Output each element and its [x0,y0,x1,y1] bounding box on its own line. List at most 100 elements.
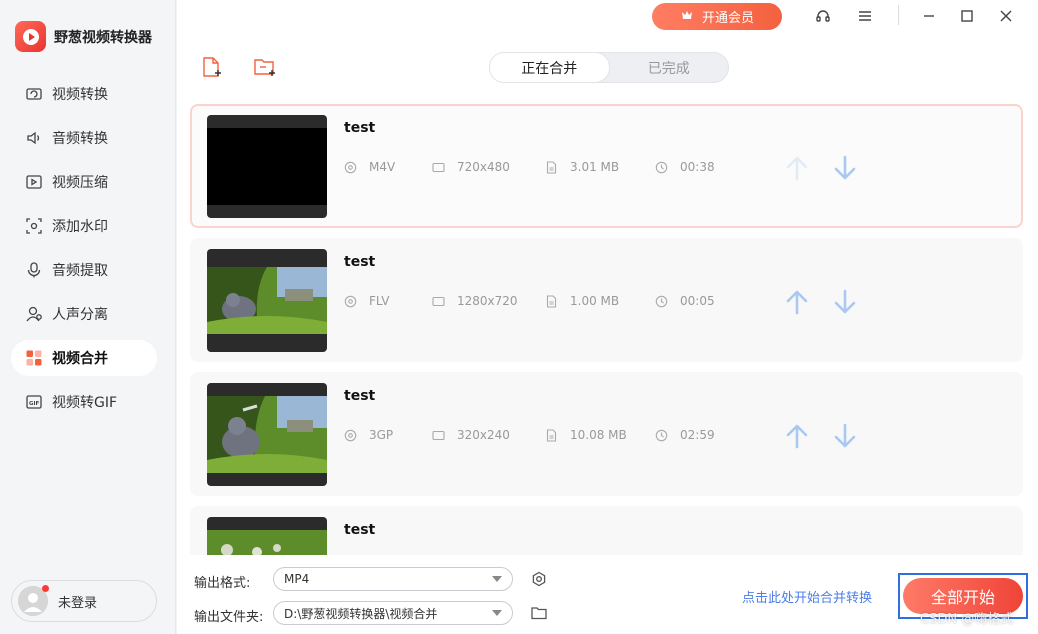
sidebar-item-label: 添加水印 [52,219,108,235]
size-meta: 3.01 MB [545,160,619,174]
format-meta: M4V [344,160,395,174]
file-name: test [344,522,376,538]
gif-icon: GIF [24,392,44,412]
user-login-button[interactable]: 未登录 [11,580,157,622]
watermark-text: CSDN @嗨格式 [920,612,1014,627]
file-size-icon [545,160,558,174]
move-down-icon[interactable] [832,154,858,182]
file-duration: 00:05 [680,294,715,308]
output-settings: 输出格式: MP4 输出文件夹: D:\野葱视频转换器\视频合并 点击此处开始合… [177,556,1038,634]
sidebar-item-video-merge[interactable]: 视频合并 [11,340,157,376]
brand: 野葱视频转换器 [15,21,152,52]
sidebar-nav: 视频转换 音频转换 视频压缩 添加水印 音频提取 人声分离 视频合并 GIF 视 [11,76,157,428]
output-folder-select[interactable]: D:\野葱视频转换器\视频合并 [273,601,513,625]
file-size-icon [545,428,558,442]
move-up-icon[interactable] [784,154,810,182]
file-duration: 00:38 [680,160,715,174]
output-format-value: MP4 [284,572,310,586]
file-name: test [344,254,376,270]
file-resolution: 1280x720 [457,294,518,308]
tab-merging[interactable]: 正在合并 [489,52,610,83]
vip-label: 开通会员 [701,11,754,26]
main-panel: 开通会员 正在合并 已完成 test M4V 720x480 3.01 MB 0… [177,0,1038,634]
file-resolution: 320x240 [457,428,510,442]
file-resolution: 720x480 [457,160,510,174]
sidebar-item-audio-extract[interactable]: 音频提取 [11,252,157,288]
sidebar-item-video-compress[interactable]: 视频压缩 [11,164,157,200]
output-format-select[interactable]: MP4 [273,567,513,591]
svg-text:GIF: GIF [29,401,40,407]
headset-icon[interactable] [813,6,833,26]
file-card[interactable]: test 3GP 320x240 10.08 MB 02:59 [190,372,1023,496]
minimize-icon[interactable] [919,6,939,26]
resolution-icon [432,161,445,174]
sidebar-item-label: 音频提取 [52,263,108,279]
file-card[interactable]: test [190,506,1023,555]
close-icon[interactable] [996,6,1016,26]
crown-icon [680,8,694,26]
sidebar-item-vocal-separate[interactable]: 人声分离 [11,296,157,332]
chevron-down-icon [492,610,502,616]
sidebar-item-video-convert[interactable]: 视频转换 [11,76,157,112]
move-down-icon[interactable] [832,422,858,450]
file-format: M4V [369,160,396,174]
video-thumbnail [207,249,327,352]
file-format: FLV [369,294,390,308]
move-up-icon[interactable] [784,288,810,316]
sidebar-item-gif[interactable]: GIF 视频转GIF [11,384,157,420]
file-duration: 02:59 [680,428,715,442]
resolution-meta: 320x240 [432,428,510,442]
chevron-down-icon [492,576,502,582]
file-list: test M4V 720x480 3.01 MB 00:38 test FLV … [190,104,1024,555]
resolution-icon [432,429,445,442]
divider [898,5,899,25]
sidebar-item-watermark[interactable]: 添加水印 [11,208,157,244]
sidebar-item-label: 视频转换 [52,87,108,103]
clock-icon [655,429,668,442]
file-card[interactable]: test FLV 1280x720 1.00 MB 00:05 [190,238,1023,362]
vip-button[interactable]: 开通会员 [652,3,782,30]
file-size: 1.00 MB [570,294,620,308]
format-meta: FLV [344,294,389,308]
sidebar-item-label: 视频转GIF [52,395,118,411]
sidebar-item-label: 视频压缩 [52,175,108,191]
tab-completed[interactable]: 已完成 [610,53,729,82]
sidebar-item-label: 人声分离 [52,307,108,323]
move-down-icon[interactable] [832,288,858,316]
clock-icon [655,295,668,308]
menu-icon[interactable] [855,6,875,26]
duration-meta: 00:38 [655,160,715,174]
folder-icon[interactable] [530,604,548,622]
output-format-label: 输出格式: [194,576,251,591]
output-folder-label: 输出文件夹: [194,610,264,625]
format-icon [344,161,357,174]
output-folder-value: D:\野葱视频转换器\视频合并 [284,606,438,621]
sidebar-item-audio-convert[interactable]: 音频转换 [11,120,157,156]
resolution-meta: 720x480 [432,160,510,174]
size-meta: 1.00 MB [545,294,619,308]
audio-extract-icon [24,260,44,280]
sidebar-item-label: 视频合并 [52,351,108,367]
format-icon [344,295,357,308]
start-merge-link[interactable]: 点击此处开始合并转换 [742,587,872,606]
duration-meta: 00:05 [655,294,715,308]
add-folder-icon[interactable] [253,56,277,78]
file-size-icon [545,294,558,308]
sidebar: 野葱视频转换器 视频转换 音频转换 视频压缩 添加水印 音频提取 人声分离 视频… [0,0,176,634]
app-logo-icon [15,21,46,52]
duration-meta: 02:59 [655,428,715,442]
video-thumbnail [207,383,327,486]
app-name: 野葱视频转换器 [54,29,152,46]
move-up-icon[interactable] [784,422,810,450]
file-format: 3GP [369,428,394,442]
maximize-icon[interactable] [957,6,977,26]
video-convert-icon [24,84,44,104]
vocal-separate-icon [24,304,44,324]
video-thumbnail [207,115,327,218]
add-file-icon[interactable] [201,56,223,78]
file-card[interactable]: test M4V 720x480 3.01 MB 00:38 [190,104,1023,228]
settings-icon[interactable] [530,570,548,588]
file-size: 10.08 MB [570,428,627,442]
user-status: 未登录 [58,595,98,611]
resolution-meta: 1280x720 [432,294,518,308]
